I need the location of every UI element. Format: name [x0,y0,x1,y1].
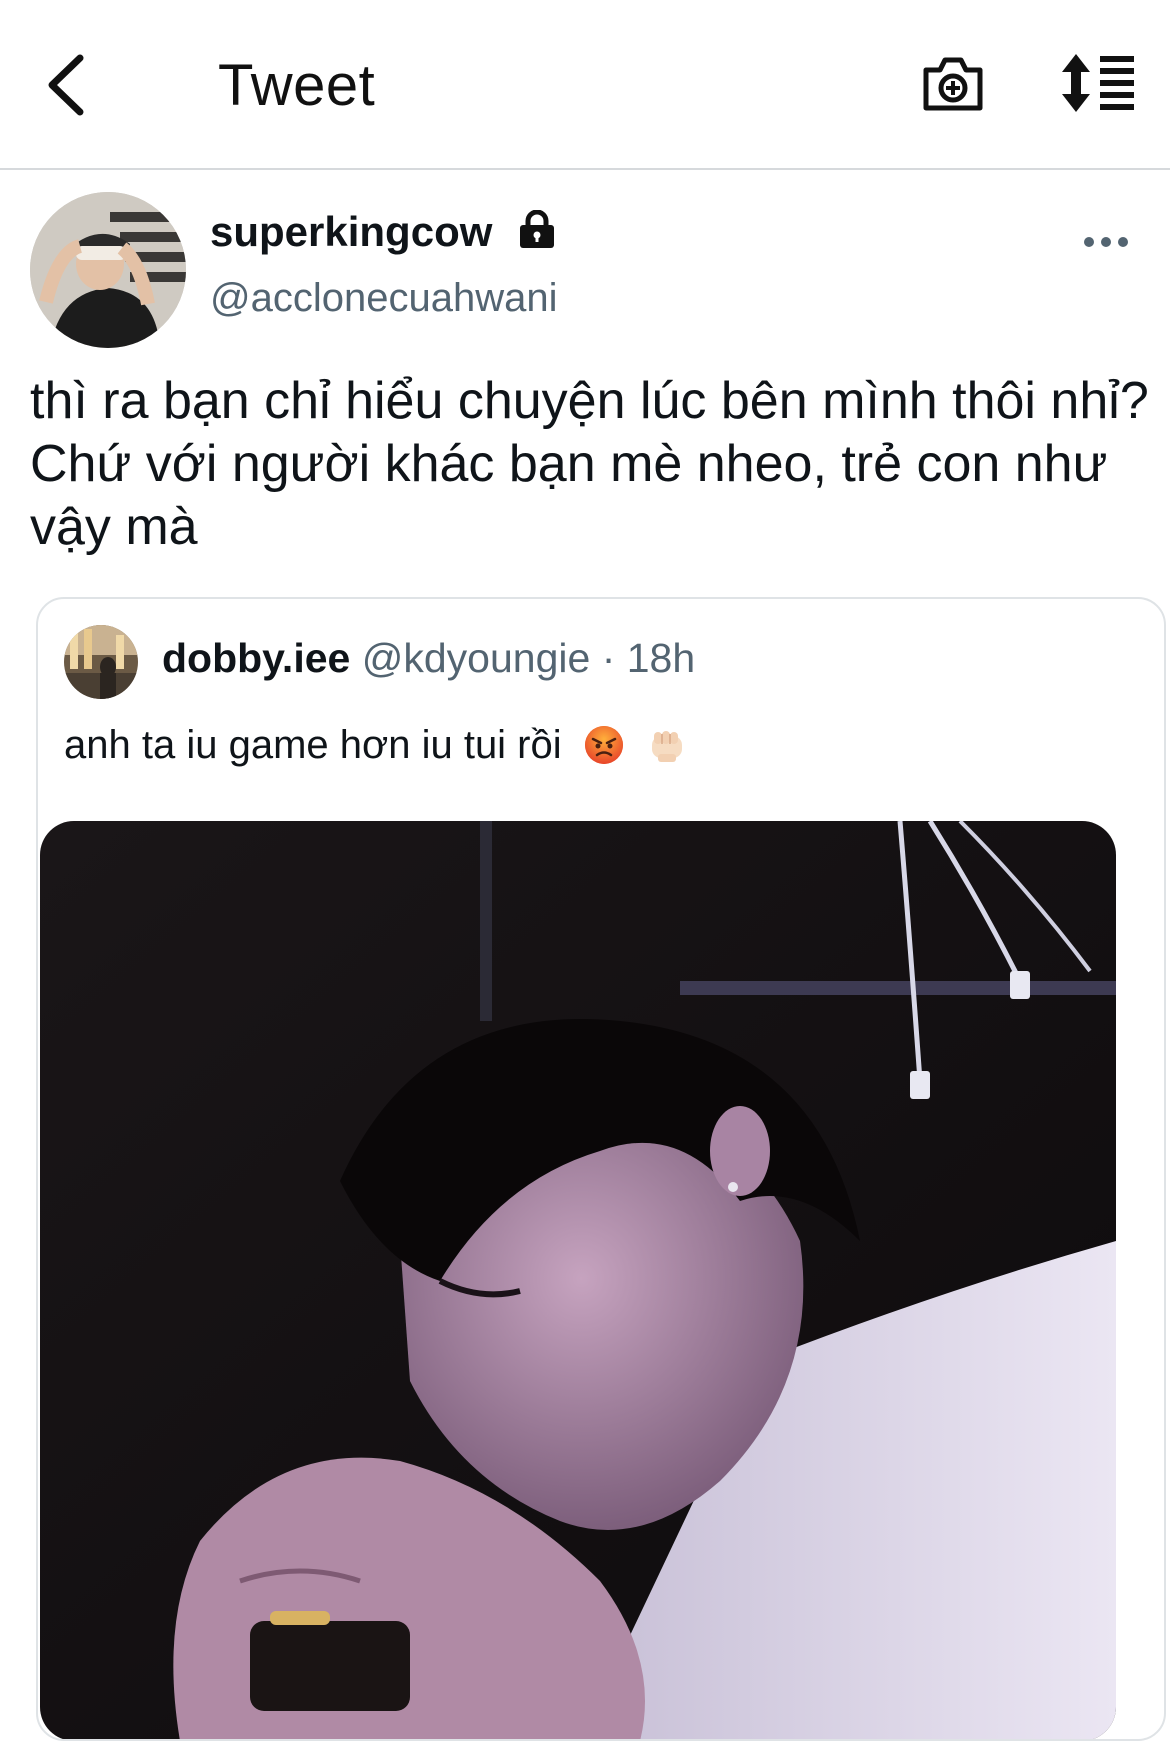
back-button[interactable] [38,50,98,120]
quoted-avatar-image [64,625,138,699]
photo-image [40,821,1116,1739]
fist-emoji [651,731,682,762]
more-horizontal-icon [1084,237,1128,247]
separator-dot: · [601,635,616,681]
quoted-tweet-header: dobby.iee @kdyoungie · 18h [162,635,695,682]
quoted-author-handle[interactable]: @kdyoungie [362,635,591,681]
lock-icon [520,210,554,248]
quoted-tweet-time: 18h [626,635,696,681]
quoted-tweet-text: anh ta iu game hơn iu tui rồi [64,723,562,767]
tweet-text: thì ra bạn chỉ hiểu chuyện lúc bên mình … [30,372,1149,556]
sort-list-icon [1062,54,1134,112]
quoted-tweet-photo[interactable] [40,821,1116,1739]
quoted-author-name[interactable]: dobby.iee [162,635,350,681]
page-title: Tweet [218,53,376,118]
avatar-image [30,192,186,348]
sort-button[interactable] [1060,52,1136,114]
angry-face-emoji [584,726,623,764]
author-name[interactable]: superkingcow [210,208,492,256]
author-handle[interactable]: @acclonecuahwani [210,276,557,321]
chevron-left-icon [48,54,84,116]
more-options-button[interactable] [1080,225,1132,259]
author-avatar[interactable] [30,192,186,348]
top-bar: Tweet [0,0,1170,170]
camera-button[interactable] [920,50,986,116]
quoted-tweet-text-line: anh ta iu game hơn iu tui rồi [64,723,688,768]
camera-plus-icon [923,57,983,111]
quoted-author-avatar[interactable] [64,625,138,699]
quoted-tweet-card[interactable]: dobby.iee @kdyoungie · 18h anh ta iu gam… [36,597,1166,1741]
